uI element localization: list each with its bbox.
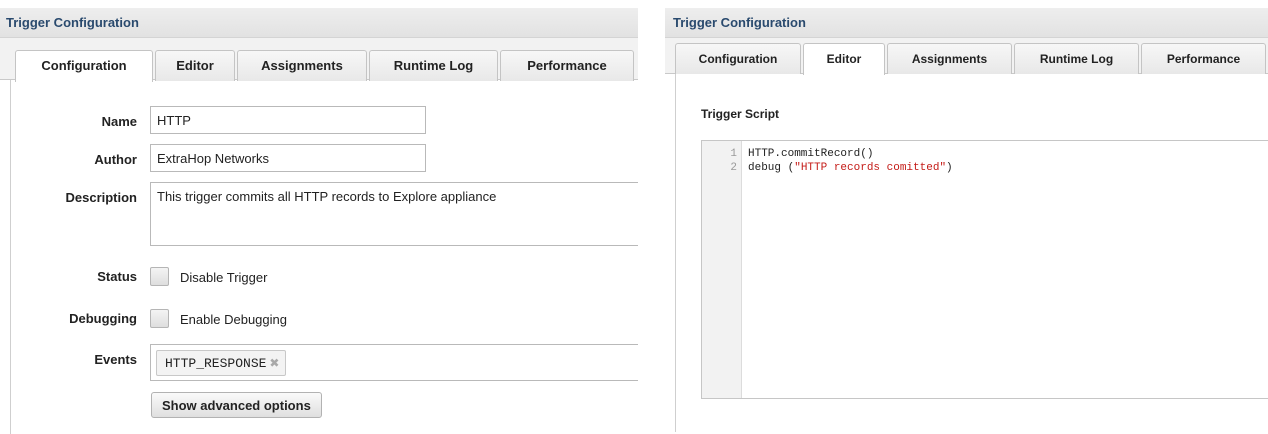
status-label: Status xyxy=(97,269,137,284)
enable-debugging-label[interactable]: Enable Debugging xyxy=(180,312,287,327)
disable-trigger-label[interactable]: Disable Trigger xyxy=(180,270,267,285)
tab-configuration[interactable]: Configuration xyxy=(15,50,153,82)
tab-performance[interactable]: Performance xyxy=(500,50,634,81)
configuration-form: Name Author Description This trigger com… xyxy=(10,80,638,434)
enable-debugging-checkbox[interactable] xyxy=(150,309,169,328)
line-number: 2 xyxy=(730,162,737,174)
author-label: Author xyxy=(94,152,137,167)
description-field[interactable]: This trigger commits all HTTP records to… xyxy=(150,182,638,246)
tab-configuration[interactable]: Configuration xyxy=(675,43,801,74)
panel-title: Trigger Configuration xyxy=(665,8,1268,38)
code-line: debug ("HTTP records comitted") xyxy=(748,162,953,174)
code-line: HTTP.commitRecord() xyxy=(748,148,873,160)
events-label: Events xyxy=(94,352,137,367)
tab-runtime-log[interactable]: Runtime Log xyxy=(369,50,498,81)
trigger-configuration-panel-right: Trigger Configuration Configuration Edit… xyxy=(665,8,1268,434)
name-field[interactable] xyxy=(150,106,426,134)
tab-bar: Configuration Editor Assignments Runtime… xyxy=(665,38,1268,75)
tab-performance[interactable]: Performance xyxy=(1141,43,1266,74)
show-advanced-options-button[interactable]: Show advanced options xyxy=(151,392,322,418)
editor-pane: Trigger Script 1 2 HTTP.commitRecord() d… xyxy=(675,74,1268,432)
tab-editor[interactable]: Editor xyxy=(803,43,885,75)
line-number: 1 xyxy=(730,148,737,160)
line-number-gutter: 1 2 xyxy=(702,141,742,398)
disable-trigger-checkbox[interactable] xyxy=(150,267,169,286)
close-icon[interactable]: ✖ xyxy=(269,356,279,370)
debugging-label: Debugging xyxy=(69,311,137,326)
tab-bar: Configuration Editor Assignments Runtime… xyxy=(0,38,638,82)
author-field[interactable] xyxy=(150,144,426,172)
code-text: HTTP.commitRecord() xyxy=(748,148,874,160)
event-token-label: HTTP_RESPONSE xyxy=(165,356,267,371)
events-input[interactable]: HTTP_RESPONSE ✖ xyxy=(150,344,638,381)
code-text: debug ( xyxy=(748,162,795,174)
panel-title: Trigger Configuration xyxy=(0,8,638,38)
tab-runtime-log[interactable]: Runtime Log xyxy=(1014,43,1139,74)
description-label: Description xyxy=(65,190,137,205)
trigger-configuration-panel-left: Trigger Configuration Configuration Edit… xyxy=(0,8,638,434)
tab-assignments[interactable]: Assignments xyxy=(887,43,1012,74)
code-string: "HTTP records comitted" xyxy=(794,162,947,174)
trigger-script-title: Trigger Script xyxy=(701,107,780,121)
name-label: Name xyxy=(101,114,137,129)
tab-assignments[interactable]: Assignments xyxy=(237,50,367,81)
event-token: HTTP_RESPONSE ✖ xyxy=(156,350,287,376)
code-text: ) xyxy=(946,162,953,174)
tab-editor[interactable]: Editor xyxy=(155,50,235,81)
code-editor[interactable]: 1 2 HTTP.commitRecord() debug ("HTTP rec… xyxy=(701,140,1268,399)
